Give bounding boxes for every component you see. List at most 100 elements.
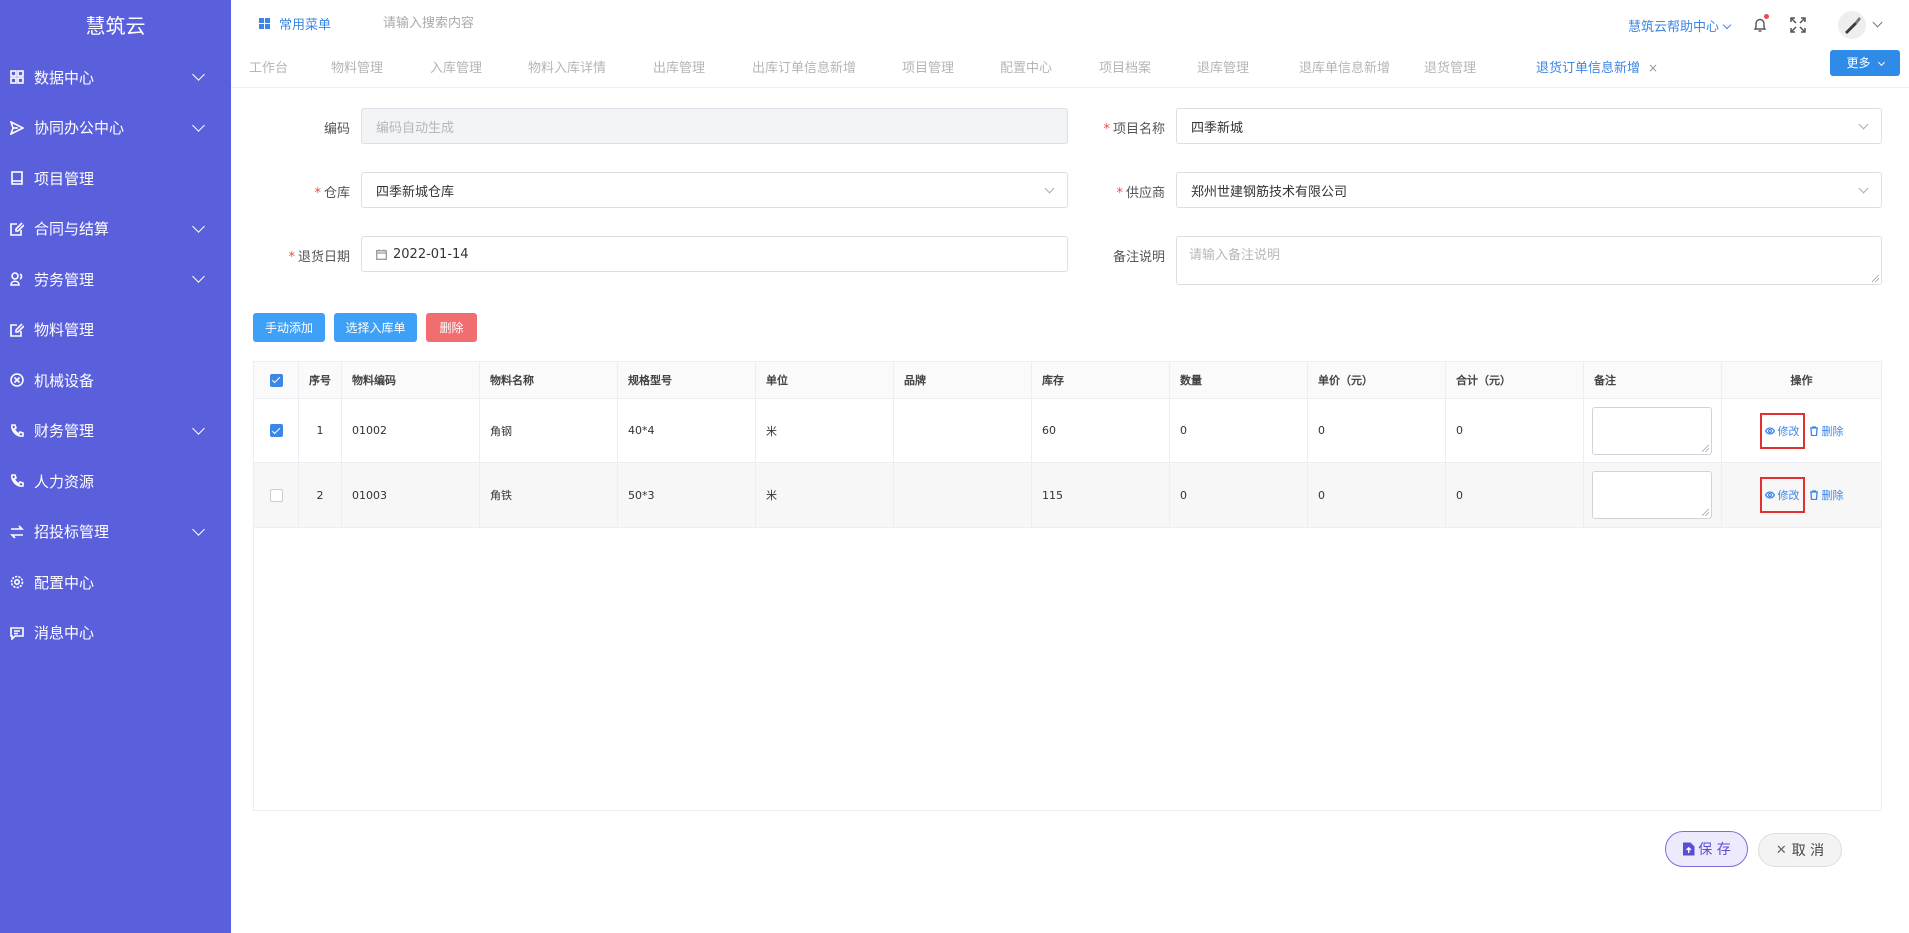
gear-icon xyxy=(10,575,24,589)
chevron-down-icon xyxy=(192,270,205,284)
sidebar-item-collab-office[interactable]: 协同办公中心 xyxy=(0,103,231,154)
common-menu-button[interactable]: 常用菜单 xyxy=(259,14,331,33)
header-cell: 数量 xyxy=(1170,362,1308,398)
chevron-down-icon xyxy=(192,219,205,233)
code-label: 编码 xyxy=(290,118,350,137)
delete-button[interactable]: 删除 xyxy=(426,313,477,342)
sidebar-item-human-resources[interactable]: 人力资源 xyxy=(0,456,231,507)
note-textarea[interactable] xyxy=(1592,406,1712,455)
delete-label: 删除 xyxy=(1821,424,1844,438)
price-cell: 0 xyxy=(1308,463,1446,527)
edit-link[interactable]: 修改 xyxy=(1764,487,1800,503)
resize-handle[interactable] xyxy=(1702,509,1709,516)
tab-outbound-order-new[interactable]: 出库订单信息新增 xyxy=(752,57,856,76)
unit-cell: 米 xyxy=(756,399,894,462)
tab-return-stock-management[interactable]: 退库管理 xyxy=(1197,57,1249,76)
remark-textarea[interactable]: 请输入备注说明 xyxy=(1176,236,1882,285)
name-cell: 角钢 xyxy=(480,399,618,462)
trash-icon xyxy=(1809,425,1818,436)
chevron-down-icon[interactable] xyxy=(1872,17,1883,27)
sidebar-item-label: 消息中心 xyxy=(34,624,95,643)
note-textarea[interactable] xyxy=(1592,471,1712,519)
row-checkbox[interactable] xyxy=(269,424,283,437)
sidebar-item-material-management[interactable]: 物料管理 xyxy=(0,305,231,356)
chevron-down-icon xyxy=(192,421,205,435)
project-label-text: 项目名称 xyxy=(1112,122,1165,137)
return-date-picker[interactable]: 2022-01-14 xyxy=(361,236,1068,272)
sidebar-item-project-management[interactable]: 项目管理 xyxy=(0,153,231,204)
project-value: 四季新城 xyxy=(1191,120,1244,136)
sidebar-item-contract-settlement[interactable]: 合同与结算 xyxy=(0,204,231,255)
qty-cell: 0 xyxy=(1170,399,1308,462)
date-value: 2022-01-14 xyxy=(393,246,469,262)
tab-project-management[interactable]: 项目管理 xyxy=(902,57,954,76)
total-cell: 0 xyxy=(1446,399,1584,462)
swap-icon xyxy=(10,525,24,539)
chevron-down-icon xyxy=(192,522,205,536)
required-mark: * xyxy=(314,186,321,201)
avatar[interactable] xyxy=(1838,11,1866,39)
sidebar-item-message-center[interactable]: 消息中心 xyxy=(0,608,231,659)
user-group-icon xyxy=(10,272,24,287)
chevron-down-icon xyxy=(1858,183,1869,194)
trash-icon xyxy=(1809,490,1818,500)
tab-material-inbound-detail[interactable]: 物料入库详情 xyxy=(528,57,606,76)
materials-table: 序号 物料编码 物料名称 规格型号 单位 品牌 库存 数量 单价（元） 合计（元… xyxy=(253,361,1882,811)
tab-return-order-new[interactable]: 退货订单信息新增 × xyxy=(1536,57,1658,76)
close-icon[interactable]: × xyxy=(1648,61,1658,75)
project-name-select[interactable]: 四季新城 xyxy=(1176,108,1882,144)
edit-link[interactable]: 修改 xyxy=(1764,423,1800,439)
tab-config-center[interactable]: 配置中心 xyxy=(1000,57,1052,76)
sidebar-item-machinery[interactable]: 机械设备 xyxy=(0,355,231,406)
header-cell: 操作 xyxy=(1790,374,1813,387)
row-delete-link[interactable]: 删除 xyxy=(1809,423,1844,439)
phone-icon xyxy=(10,474,24,488)
tab-return-stock-new[interactable]: 退库单信息新增 xyxy=(1299,57,1390,76)
header-cell: 物料编码 xyxy=(342,362,480,398)
warehouse-label: * 仓库 xyxy=(290,182,350,201)
qty-cell: 0 xyxy=(1170,463,1308,527)
warehouse-value: 四季新城仓库 xyxy=(376,184,455,200)
sidebar-item-finance[interactable]: 财务管理 xyxy=(0,406,231,457)
calendar-icon xyxy=(376,249,387,260)
warehouse-select[interactable]: 四季新城仓库 xyxy=(361,172,1068,208)
tab-inbound-management[interactable]: 入库管理 xyxy=(430,57,482,76)
tab-workbench[interactable]: 工作台 xyxy=(249,57,288,76)
tab-outbound-management[interactable]: 出库管理 xyxy=(653,57,705,76)
more-tabs-button[interactable]: 更多 xyxy=(1830,50,1900,76)
common-menu-label: 常用菜单 xyxy=(279,17,332,33)
save-button[interactable]: 保 存 xyxy=(1665,831,1748,867)
warehouse-label-text: 仓库 xyxy=(323,186,350,201)
select-inbound-button[interactable]: 选择入库单 xyxy=(334,313,417,342)
sidebar-item-label: 协同办公中心 xyxy=(34,119,125,138)
apps-icon xyxy=(259,17,270,29)
tab-project-archive[interactable]: 项目档案 xyxy=(1099,57,1151,76)
sidebar-item-data-center[interactable]: 数据中心 xyxy=(0,52,231,103)
sidebar-item-config-center[interactable]: 配置中心 xyxy=(0,557,231,608)
tab-return-goods-management[interactable]: 退货管理 xyxy=(1424,57,1476,76)
resize-handle[interactable] xyxy=(1702,444,1709,452)
edit-highlight: 修改 xyxy=(1759,412,1805,449)
sidebar-item-labor-management[interactable]: 劳务管理 xyxy=(0,254,231,305)
sidebar-item-bidding[interactable]: 招投标管理 xyxy=(0,507,231,558)
header-cell: 品牌 xyxy=(894,362,1032,398)
tab-material-management[interactable]: 物料管理 xyxy=(331,57,383,76)
fullscreen-icon[interactable] xyxy=(1790,17,1806,33)
eye-icon xyxy=(1764,491,1775,499)
header-cell: 合计（元） xyxy=(1446,362,1584,398)
help-center-dropdown[interactable]: 慧筑云帮助中心 xyxy=(1628,16,1732,35)
supplier-select[interactable]: 郑州世建钢筋技术有限公司 xyxy=(1176,172,1882,208)
cancel-button[interactable]: ✕ 取 消 xyxy=(1758,833,1842,867)
total-cell: 0 xyxy=(1446,463,1584,527)
resize-handle[interactable] xyxy=(1872,275,1879,282)
row-checkbox[interactable] xyxy=(269,488,283,502)
spec-cell: 50*3 xyxy=(618,463,756,527)
manual-add-button[interactable]: 手动添加 xyxy=(253,313,325,342)
search-input[interactable] xyxy=(383,15,644,31)
page-tabs: 工作台 物料管理 入库管理 物料入库详情 出库管理 出库订单信息新增 项目管理 … xyxy=(231,46,1909,88)
edit-highlight: 修改 xyxy=(1759,477,1805,513)
bell-icon[interactable] xyxy=(1752,14,1769,33)
eye-icon xyxy=(1764,426,1775,435)
row-delete-link[interactable]: 删除 xyxy=(1809,487,1844,503)
select-all-checkbox[interactable] xyxy=(269,373,283,387)
